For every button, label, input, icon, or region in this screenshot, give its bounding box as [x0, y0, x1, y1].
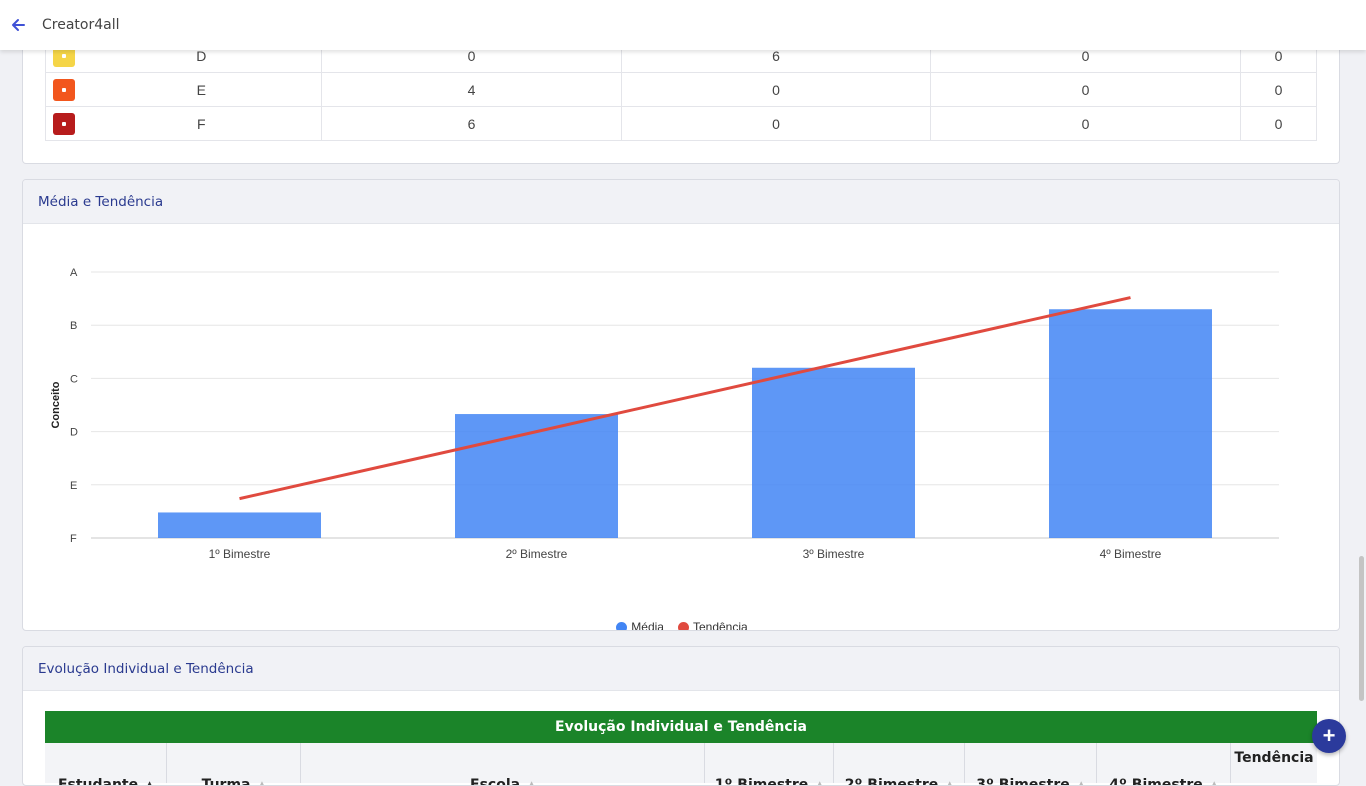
legend-marker: [677, 621, 689, 630]
grade-row: F6000: [45, 106, 1317, 141]
column-header[interactable]: 4º Bimestre ▲: [1097, 743, 1231, 786]
x-tick-label: 1º Bimestre: [209, 547, 271, 561]
y-axis-label: Conceito: [50, 381, 62, 428]
grade-count-cell: 0: [621, 106, 931, 141]
grade-distribution-table: D0600E4000F6000: [45, 38, 1317, 141]
legend-label: Tendência: [692, 620, 748, 631]
evolucao-title: Evolução Individual e Tendência: [23, 647, 1339, 691]
y-tick-label: F: [70, 533, 77, 545]
grade-label: E: [81, 72, 322, 107]
column-header-label: 1º Bimestre: [714, 777, 809, 786]
grade-row: E4000: [45, 72, 1317, 107]
legend-item[interactable]: Média: [616, 620, 664, 631]
grade-count-cell: 6: [321, 106, 622, 141]
app-title: Creator4all: [42, 17, 120, 33]
bar-media: [1049, 309, 1212, 538]
grade-color-swatch: [52, 112, 75, 135]
column-header-label: 3º Bimestre: [976, 777, 1070, 786]
column-header-label: Escola: [470, 777, 521, 786]
column-header-label: 4º Bimestre: [1109, 777, 1203, 786]
grade-distribution-card: D0600E4000F6000: [22, 30, 1340, 164]
top-bar: Creator4all: [0, 0, 1366, 50]
legend-item[interactable]: Tendência: [677, 620, 748, 631]
column-header-label: Tendência: [1234, 750, 1314, 766]
column-header[interactable]: Tendência: [1231, 743, 1317, 783]
column-header-label: 2º Bimestre: [844, 777, 939, 786]
media-tendencia-chart: A B C D E F Conceito 1º Bimestre 2º Bimestre 3º B…: [23, 224, 1339, 631]
legend-marker: [616, 621, 628, 630]
evolucao-table-header: Estudante ▲ Turma ▲ Escola ▲ 1º Bimestre ▲ 2º Bi…: [45, 743, 1317, 786]
page-scrollbar[interactable]: [1359, 556, 1364, 701]
y-tick-label: B: [70, 320, 77, 332]
grade-count-cell: 0: [930, 106, 1241, 141]
grade-count-cell: 0: [930, 72, 1241, 107]
sort-arrow-icon[interactable]: ▲: [946, 780, 953, 785]
column-header-label: Turma: [201, 777, 251, 786]
y-tick-label: C: [70, 373, 78, 385]
grade-color-swatch: [52, 78, 75, 101]
column-header[interactable]: Escola ▲: [301, 743, 705, 786]
y-tick-label: E: [70, 480, 77, 492]
column-header[interactable]: 1º Bimestre ▲: [705, 743, 834, 786]
media-tendencia-card: Média e Tendência A B C D E F Conceito 1º Bimes…: [22, 179, 1340, 631]
x-tick-label: 4º Bimestre: [1100, 547, 1162, 561]
grade-color-cell: [45, 106, 82, 141]
sort-arrow-icon[interactable]: ▲: [146, 780, 153, 785]
grade-count-cell: 0: [621, 72, 931, 107]
chart-svg: A B C D E F Conceito 1º Bimestre 2º Bimestre 3º B…: [50, 267, 1279, 561]
media-tendencia-title: Média e Tendência: [23, 180, 1339, 224]
column-header[interactable]: Estudante ▲: [45, 743, 167, 786]
grade-count-cell: 4: [321, 72, 622, 107]
grade-count-cell: 0: [1240, 106, 1317, 141]
evolucao-card: Evolução Individual e Tendência Evolução…: [22, 646, 1340, 786]
sort-arrow-icon[interactable]: ▲: [1078, 780, 1085, 785]
x-tick-label: 2º Bimestre: [506, 547, 568, 561]
evolucao-table-banner: Evolução Individual e Tendência: [45, 711, 1317, 743]
column-header[interactable]: 2º Bimestre ▲: [834, 743, 965, 786]
add-fab-button[interactable]: +: [1312, 719, 1346, 753]
arrow-left-icon[interactable]: [0, 4, 36, 46]
grade-color-cell: [45, 72, 82, 107]
sort-arrow-icon[interactable]: ▲: [259, 780, 266, 785]
sort-arrow-icon[interactable]: ▲: [1211, 780, 1218, 785]
sort-arrow-icon[interactable]: ▲: [528, 780, 535, 785]
column-header[interactable]: 3º Bimestre ▲: [965, 743, 1097, 786]
trend-line: [239, 296, 1131, 501]
legend-label: Média: [631, 620, 664, 631]
x-tick-label: 3º Bimestre: [803, 547, 865, 561]
grade-count-cell: 0: [1240, 72, 1317, 107]
bar-media: [158, 512, 321, 538]
y-tick-label: D: [70, 427, 78, 439]
y-tick-label: A: [70, 267, 78, 279]
column-header-label: Estudante: [57, 777, 139, 786]
column-header[interactable]: Turma ▲: [167, 743, 301, 786]
grade-label: F: [81, 106, 322, 141]
chart-legend: Média Tendência: [23, 620, 1339, 631]
bar-media: [752, 367, 915, 538]
sort-arrow-icon[interactable]: ▲: [816, 780, 823, 785]
